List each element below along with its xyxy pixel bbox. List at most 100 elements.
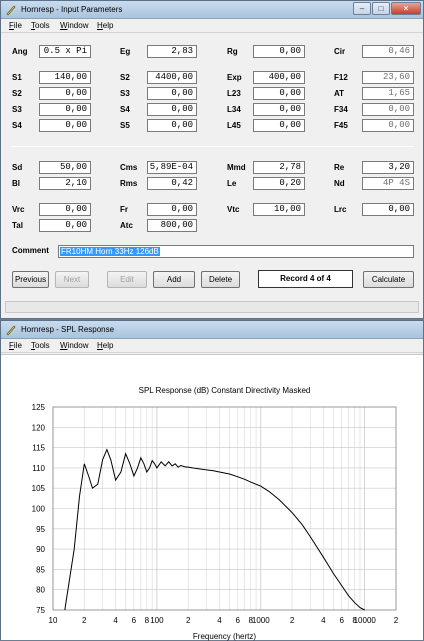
f12-field: 23,60	[362, 71, 414, 84]
x-tick-label: 6	[132, 616, 137, 625]
mmd-field[interactable]: 2,78	[253, 161, 305, 174]
cms-field[interactable]: 5,89E-04	[147, 161, 197, 174]
x-tick-label: 2	[82, 616, 87, 625]
menu-window[interactable]: Window	[60, 341, 88, 350]
vtc-field[interactable]: 10,00	[253, 203, 305, 216]
f34-label: F34	[334, 105, 348, 114]
comment-label: Comment	[12, 246, 49, 255]
fr-label: Fr	[120, 205, 128, 214]
input-parameters-window: Hornresp - Input Parameters – □ × File T…	[0, 0, 424, 319]
sd-field[interactable]: 50,00	[39, 161, 91, 174]
mmd-label: Mmd	[227, 163, 246, 172]
s4-field[interactable]: 0,00	[39, 119, 91, 132]
atc-label: Atc	[120, 221, 133, 230]
comment-text: FR10HM Horn 33Hz 126dB	[60, 247, 160, 256]
eg-label: Eg	[120, 47, 131, 56]
bl-field[interactable]: 2,10	[39, 177, 91, 190]
s3a-label: S3	[120, 89, 130, 98]
x-tick-label: 10	[49, 616, 58, 625]
s4a-label: S4	[120, 105, 130, 114]
rg-field[interactable]: 0,00	[253, 45, 305, 58]
y-tick-label: 105	[32, 484, 46, 493]
eg-field[interactable]: 2,83	[147, 45, 197, 58]
record-indicator: Record 4 of 4	[258, 270, 353, 288]
re-field[interactable]: 3,20	[362, 161, 414, 174]
menu-tools[interactable]: Tools	[31, 341, 50, 350]
le-field[interactable]: 0,20	[253, 177, 305, 190]
s4a-field[interactable]: 0,00	[147, 103, 197, 116]
vtc-label: Vtc	[227, 205, 240, 214]
spl-response-chart: SPL Response (dB) Constant Directivity M…	[32, 386, 399, 641]
exp-label: Exp	[227, 73, 242, 82]
l23-field[interactable]: 0,00	[253, 87, 305, 100]
menu-file[interactable]: File	[9, 21, 22, 30]
spl-window-title: Hornresp - SPL Response	[21, 325, 115, 334]
s2-label: S2	[12, 89, 22, 98]
s3-field[interactable]: 0,00	[39, 103, 91, 116]
vrc-field[interactable]: 0,00	[39, 203, 91, 216]
s1-label: S1	[12, 73, 22, 82]
delete-button[interactable]: Delete	[201, 271, 240, 288]
y-tick-label: 75	[36, 606, 45, 615]
horizontal-scrollbar[interactable]	[5, 301, 419, 313]
input-window-menubar: File Tools Window Help	[1, 19, 423, 33]
x-tick-label: 1000	[252, 616, 270, 625]
y-tick-label: 85	[36, 565, 45, 574]
section-divider	[11, 146, 414, 147]
l45-label: L45	[227, 121, 241, 130]
s5-field[interactable]: 0,00	[147, 119, 197, 132]
menu-help[interactable]: Help	[97, 341, 113, 350]
calculate-button[interactable]: Calculate	[363, 271, 414, 288]
s1-field[interactable]: 140,00	[39, 71, 91, 84]
minimize-button[interactable]: –	[353, 2, 371, 15]
y-tick-label: 90	[36, 545, 45, 554]
input-window-titlebar[interactable]: Hornresp - Input Parameters – □ ×	[1, 1, 423, 19]
atc-field[interactable]: 800,00	[147, 219, 197, 232]
rg-label: Rg	[227, 47, 238, 56]
s3-label: S3	[12, 105, 22, 114]
l34-field[interactable]: 0,00	[253, 103, 305, 116]
x-tick-label: 2	[394, 616, 399, 625]
y-tick-label: 115	[32, 444, 45, 453]
spl-window-titlebar[interactable]: Hornresp - SPL Response	[1, 321, 423, 339]
menu-file[interactable]: File	[9, 341, 22, 350]
comment-input[interactable]: FR10HM Horn 33Hz 126dB	[58, 245, 414, 258]
sd-label: Sd	[12, 163, 23, 172]
y-tick-label: 80	[36, 586, 45, 595]
x-tick-label: 4	[113, 616, 118, 625]
rms-field[interactable]: 0,42	[147, 177, 197, 190]
y-tick-label: 95	[36, 525, 45, 534]
next-button[interactable]: Next	[55, 271, 89, 288]
spl-response-window: Hornresp - SPL Response File Tools Windo…	[0, 320, 424, 641]
hornresp-app-icon	[6, 325, 16, 336]
x-tick-label: 6	[236, 616, 241, 625]
menu-tools[interactable]: Tools	[31, 21, 50, 30]
menu-help[interactable]: Help	[97, 21, 113, 30]
y-tick-label: 100	[32, 505, 46, 514]
edit-button[interactable]: Edit	[107, 271, 147, 288]
x-tick-label: 4	[217, 616, 222, 625]
s3a-field[interactable]: 0,00	[147, 87, 197, 100]
s2a-field[interactable]: 4400,00	[147, 71, 197, 84]
f34-field: 0,00	[362, 103, 414, 116]
maximize-button[interactable]: □	[372, 2, 390, 15]
tal-field[interactable]: 0,00	[39, 219, 91, 232]
previous-button[interactable]: Previous	[12, 271, 49, 288]
lrc-field[interactable]: 0,00	[362, 203, 414, 216]
x-tick-label: 100	[150, 616, 164, 625]
close-button[interactable]: ×	[391, 2, 421, 15]
l45-field[interactable]: 0,00	[253, 119, 305, 132]
cir-field: 0,46	[362, 45, 414, 58]
y-tick-label: 110	[32, 464, 45, 473]
nd-field: 4P 4S	[362, 177, 414, 190]
exp-field[interactable]: 400,00	[253, 71, 305, 84]
fr-field[interactable]: 0,00	[147, 203, 197, 216]
menu-window[interactable]: Window	[60, 21, 88, 30]
x-tick-label: 2	[186, 616, 191, 625]
add-button[interactable]: Add	[153, 271, 195, 288]
s5-label: S5	[120, 121, 130, 130]
x-tick-label: 8	[145, 616, 150, 625]
ang-label: Ang	[12, 47, 28, 56]
ang-field[interactable]: 0.5 x Pi	[39, 45, 91, 58]
s2-field[interactable]: 0,00	[39, 87, 91, 100]
